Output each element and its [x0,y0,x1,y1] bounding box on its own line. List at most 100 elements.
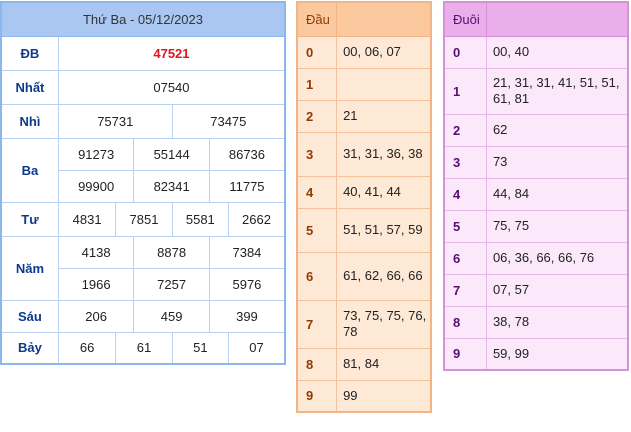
duoi-digit: 0 [443,35,487,69]
special-prize-value: 47521 [57,35,286,71]
dau-row: 4 40, 41, 44 [296,175,432,209]
dau-digit: 0 [296,35,338,69]
dau-digit: 6 [296,251,338,301]
duoi-values: 07, 57 [485,273,629,307]
dau-values: 40, 41, 44 [336,175,432,209]
prize-value: 86736 [208,137,286,171]
prize-value: 11775 [208,169,286,203]
prize-value: 399 [208,299,286,333]
prize-value: 75731 [57,103,173,139]
prize-value: 99900 [57,169,135,203]
prize-label-nam: Năm [0,235,59,301]
prize-row-sau: Sáu 206 459 399 [0,299,286,333]
duoi-values: 00, 40 [485,35,629,69]
prize-label-nhi: Nhì [0,103,59,139]
dau-row: 8 81, 84 [296,347,432,381]
prize-value: 55144 [133,137,210,171]
lottery-results-table: Thứ Ba - 05/12/2023 ĐB 47521 Nhất 07540 … [0,1,286,365]
duoi-values: 75, 75 [485,209,629,243]
duoi-row: 5 75, 75 [443,209,629,243]
dau-digit: 5 [296,207,338,253]
prize-row-bay: Bảy 66 61 51 07 [0,331,286,365]
duoi-row: 1 21, 31, 31, 41, 51, 51, 61, 81 [443,67,629,115]
duoi-digit: 7 [443,273,487,307]
prize-value: 4138 [57,235,135,269]
results-date-title: Thứ Ba - 05/12/2023 [0,1,286,37]
prize-label-tu: Tư [0,201,59,237]
dau-values [336,67,432,101]
duoi-row: 3 73 [443,145,629,179]
dau-row: 6 61, 62, 66, 66 [296,251,432,301]
duoi-digit: 3 [443,145,487,179]
duoi-digit: 1 [443,67,487,115]
dau-values: 99 [336,379,432,413]
duoi-digit: 4 [443,177,487,211]
dau-row: 0 00, 06, 07 [296,35,432,69]
duoi-header-blank [485,1,629,37]
prize-value: 1966 [57,267,135,301]
dau-digit: 8 [296,347,338,381]
prize-value: 82341 [133,169,210,203]
duoi-values: 38, 78 [485,305,629,339]
dau-header: Đầu [296,1,338,37]
duoi-row: 4 44, 84 [443,177,629,211]
duoi-values: 44, 84 [485,177,629,211]
duoi-digit: 5 [443,209,487,243]
prize-value: 7257 [133,267,210,301]
prize-value: 7384 [208,235,286,269]
duoi-digit: 9 [443,337,487,371]
prize-row-nhat: Nhất 07540 [0,69,286,105]
duoi-values: 59, 99 [485,337,629,371]
prize-value: 2662 [228,201,286,237]
prize-value: 51 [171,331,230,365]
prize-value: 8878 [133,235,210,269]
prize-label-bay: Bảy [0,331,59,365]
prize-value: 206 [57,299,135,333]
prize-value: 07 [228,331,286,365]
duoi-values: 06, 36, 66, 66, 76 [485,241,629,275]
duoi-values: 62 [485,113,629,147]
duoi-header-row: Đuôi [443,1,629,37]
dau-digit: 1 [296,67,338,101]
prize-value: 5581 [171,201,230,237]
prize-value: 4831 [57,201,117,237]
dau-digit: 7 [296,299,338,349]
dau-row: 9 99 [296,379,432,413]
prize-row-tu: Tư 4831 7851 5581 2662 [0,201,286,237]
prize-label-ba: Ba [0,137,59,203]
dau-values: 00, 06, 07 [336,35,432,69]
duoi-digit: 6 [443,241,487,275]
prize-value: 5976 [208,267,286,301]
dau-row: 1 [296,67,432,101]
duoi-row: 8 38, 78 [443,305,629,339]
duoi-row: 7 07, 57 [443,273,629,307]
duoi-row: 2 62 [443,113,629,147]
duoi-values: 21, 31, 31, 41, 51, 51, 61, 81 [485,67,629,115]
dau-digit: 4 [296,175,338,209]
dau-digit: 9 [296,379,338,413]
duoi-digit: 8 [443,305,487,339]
dau-row: 3 31, 31, 36, 38 [296,131,432,177]
duoi-row: 0 00, 40 [443,35,629,69]
prize-row-db: ĐB 47521 [0,35,286,71]
dau-table: Đầu 0 00, 06, 07 1 2 21 3 31, 31, 36, 38… [296,1,432,413]
dau-row: 7 73, 75, 75, 76, 78 [296,299,432,349]
prize-row-nhi: Nhì 75731 73475 [0,103,286,139]
prize-value: 07540 [57,69,286,105]
prize-value: 459 [133,299,210,333]
dau-digit: 2 [296,99,338,133]
duoi-row: 6 06, 36, 66, 66, 76 [443,241,629,275]
duoi-header: Đuôi [443,1,487,37]
dau-values: 73, 75, 75, 76, 78 [336,299,432,349]
prize-value: 66 [57,331,117,365]
duoi-table: Đuôi 0 00, 40 1 21, 31, 31, 41, 51, 51, … [443,1,629,371]
prize-value: 61 [115,331,173,365]
duoi-row: 9 59, 99 [443,337,629,371]
dau-row: 2 21 [296,99,432,133]
prize-label-db: ĐB [0,35,59,71]
dau-header-blank [336,1,432,37]
dau-values: 61, 62, 66, 66 [336,251,432,301]
dau-values: 51, 51, 57, 59 [336,207,432,253]
dau-header-row: Đầu [296,1,432,37]
prize-value: 73475 [171,103,286,139]
